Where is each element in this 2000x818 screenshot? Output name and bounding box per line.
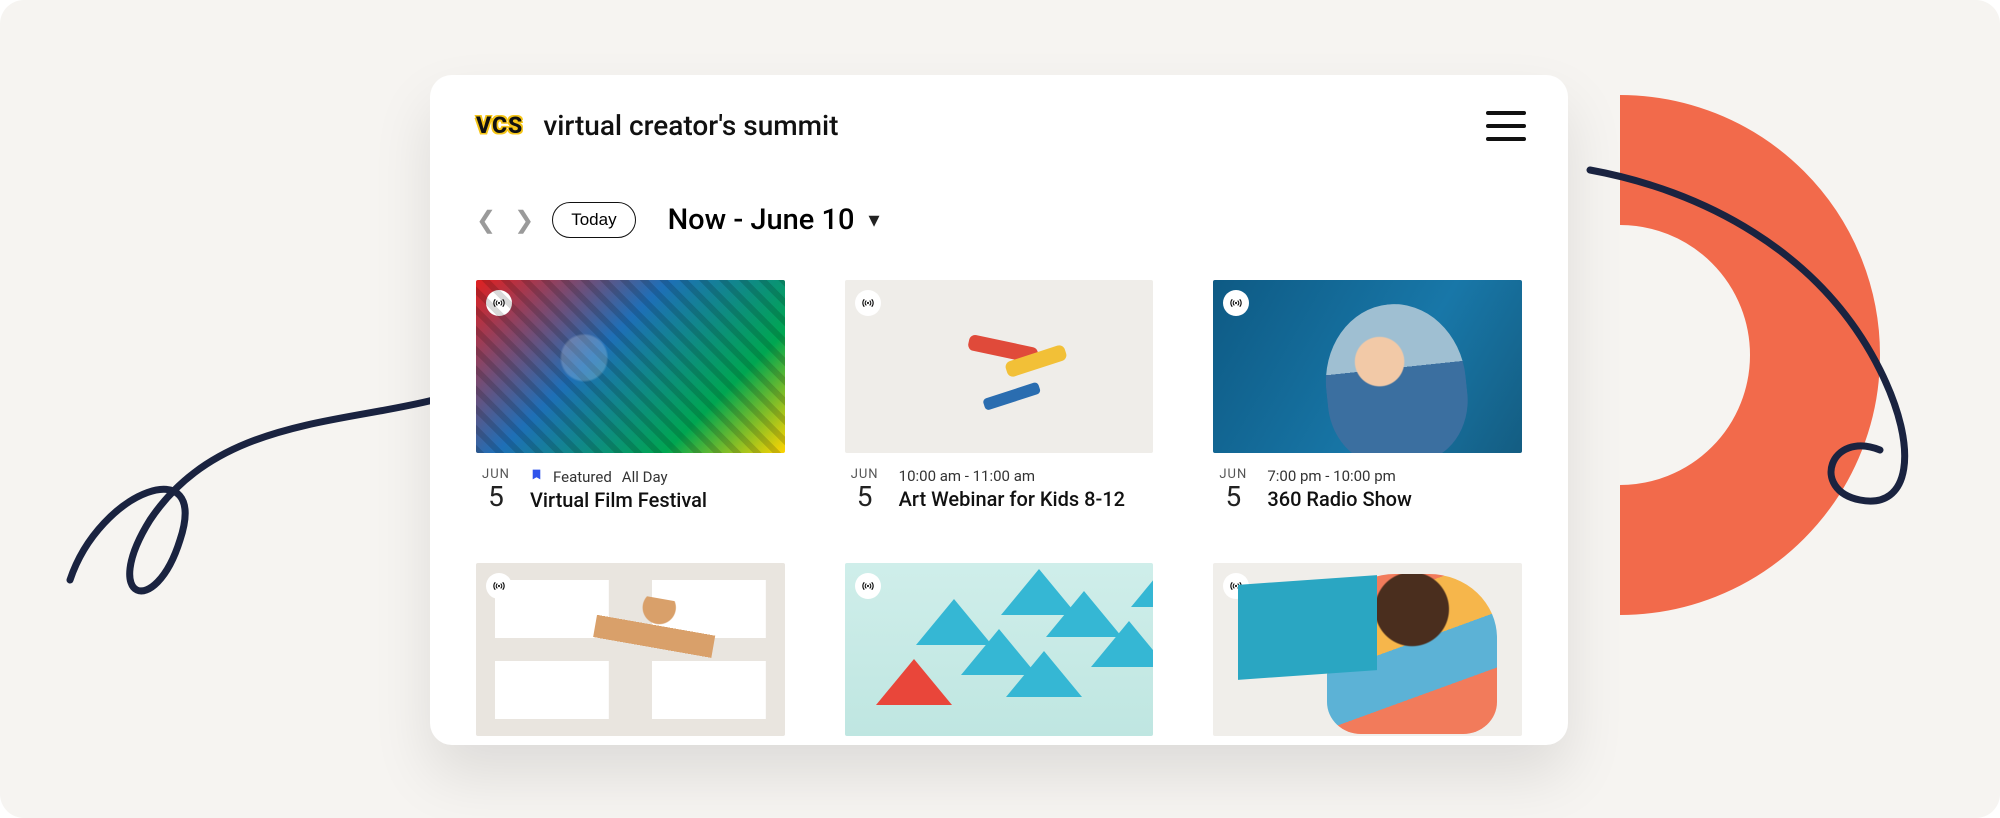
event-thumbnail[interactable] xyxy=(476,280,785,453)
live-icon xyxy=(855,573,881,599)
event-time: 10:00 am - 11:00 am xyxy=(899,467,1035,485)
event-title: Art Webinar for Kids 8-12 xyxy=(899,485,1125,511)
event-thumbnail[interactable] xyxy=(1213,563,1522,736)
featured-label: Featured xyxy=(553,468,612,486)
event-time: 7:00 pm - 10:00 pm xyxy=(1267,467,1395,485)
event-thumbnail[interactable] xyxy=(845,280,1154,453)
event-card[interactable]: JUN 5 10:00 am - 11:00 am Art Webinar fo… xyxy=(845,280,1154,513)
live-icon xyxy=(486,290,512,316)
event-date: JUN 5 xyxy=(476,467,516,513)
header: VCS virtual creator's summit xyxy=(430,75,1568,152)
event-meta: JUN 5 10:00 am - 11:00 am Art Webinar fo… xyxy=(845,453,1154,513)
event-subline: 7:00 pm - 10:00 pm xyxy=(1267,467,1412,485)
logo: VCS xyxy=(476,112,523,139)
event-thumbnail[interactable] xyxy=(476,563,785,736)
bookmark-icon xyxy=(530,467,543,486)
event-thumbnail[interactable] xyxy=(845,563,1154,736)
next-arrow-icon[interactable]: ❯ xyxy=(514,206,534,234)
event-meta: JUN 5 Featured All Day Virtual Film Fest… xyxy=(476,453,785,513)
live-icon xyxy=(855,290,881,316)
live-icon xyxy=(1223,573,1249,599)
event-subline: 10:00 am - 11:00 am xyxy=(899,467,1125,485)
app-window: VCS virtual creator's summit ❮ ❯ Today N… xyxy=(430,75,1568,745)
event-card[interactable] xyxy=(476,563,785,736)
event-day: 5 xyxy=(1213,482,1253,513)
event-card[interactable] xyxy=(1213,563,1522,736)
event-day: 5 xyxy=(476,482,516,513)
prev-arrow-icon[interactable]: ❮ xyxy=(476,206,496,234)
event-card[interactable]: JUN 5 7:00 pm - 10:00 pm 360 Radio Show xyxy=(1213,280,1522,513)
chevron-down-icon: ▾ xyxy=(869,208,880,233)
event-card[interactable]: JUN 5 Featured All Day Virtual Film Fest… xyxy=(476,280,785,513)
site-title: virtual creator's summit xyxy=(543,109,838,142)
date-range-label: Now - June 10 xyxy=(668,203,855,237)
event-thumbnail[interactable] xyxy=(1213,280,1522,453)
event-date: JUN 5 xyxy=(1213,467,1253,513)
menu-icon[interactable] xyxy=(1486,111,1526,141)
live-icon xyxy=(486,573,512,599)
calendar-toolbar: ❮ ❯ Today Now - June 10 ▾ xyxy=(430,152,1568,258)
date-range-picker[interactable]: Now - June 10 ▾ xyxy=(668,203,880,237)
event-title: 360 Radio Show xyxy=(1267,485,1412,511)
page-stage: VCS virtual creator's summit ❮ ❯ Today N… xyxy=(0,0,2000,818)
today-button[interactable]: Today xyxy=(552,202,635,238)
live-icon xyxy=(1223,290,1249,316)
event-card[interactable] xyxy=(845,563,1154,736)
event-time: All Day xyxy=(622,468,668,486)
event-meta: JUN 5 7:00 pm - 10:00 pm 360 Radio Show xyxy=(1213,453,1522,513)
event-day: 5 xyxy=(845,482,885,513)
event-date: JUN 5 xyxy=(845,467,885,513)
event-subline: Featured All Day xyxy=(530,467,707,486)
event-title: Virtual Film Festival xyxy=(530,486,707,512)
events-grid: JUN 5 Featured All Day Virtual Film Fest… xyxy=(430,258,1568,736)
